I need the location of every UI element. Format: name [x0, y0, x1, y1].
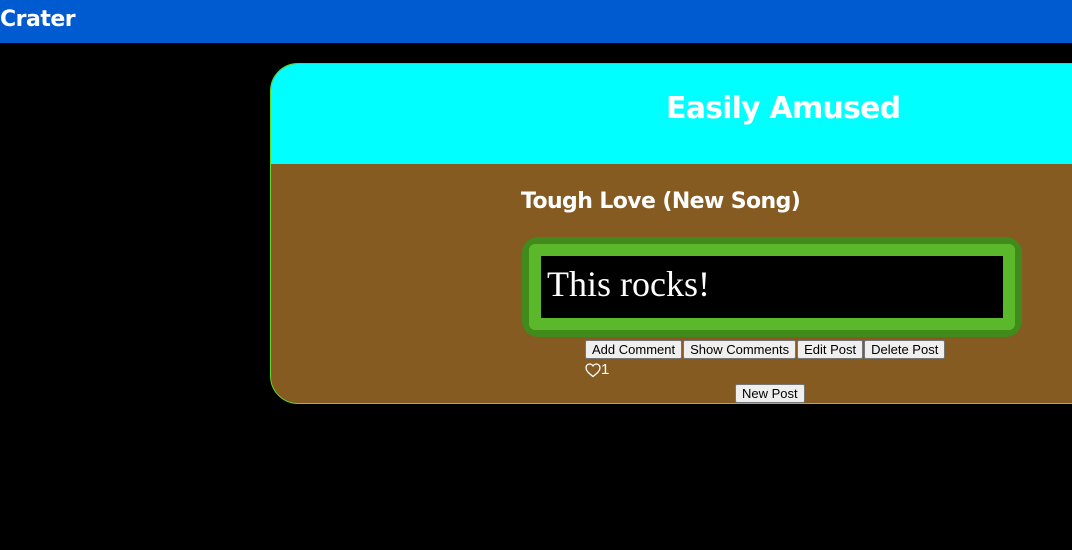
show-comments-button[interactable]: Show Comments: [683, 340, 797, 359]
post-actions: Add Comment Show Comments Edit Post Dele…: [585, 340, 946, 359]
post-title: Tough Love (New Song): [521, 189, 801, 214]
like-count: 1: [601, 361, 610, 378]
post-body-text: This rocks!: [541, 256, 1003, 318]
delete-post-button[interactable]: Delete Post: [864, 340, 946, 359]
board-title: Easily Amused: [666, 91, 901, 126]
heart-outline-icon[interactable]: [585, 362, 601, 378]
edit-post-button[interactable]: Edit Post: [797, 340, 864, 359]
board-card: Easily Amused Tough Love (New Song) This…: [270, 63, 1072, 404]
like-counter: 1: [585, 361, 609, 379]
post-body-border: This rocks!: [529, 244, 1015, 330]
app-title[interactable]: Crater: [0, 5, 76, 35]
new-post-button[interactable]: New Post: [735, 384, 805, 403]
post-body-frame: This rocks!: [522, 237, 1022, 337]
top-navigation-bar: Crater: [0, 0, 1072, 43]
board-header: Easily Amused: [271, 64, 1072, 164]
add-comment-button[interactable]: Add Comment: [585, 340, 683, 359]
